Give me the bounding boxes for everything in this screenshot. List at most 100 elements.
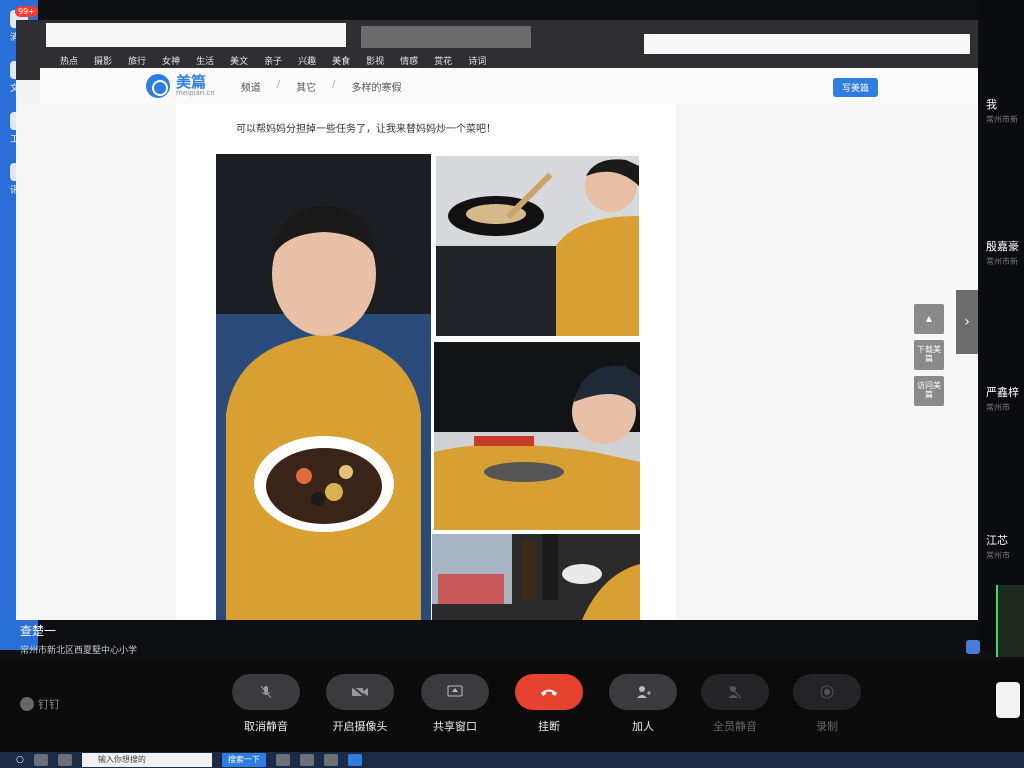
photo-boy-at-stove[interactable] <box>436 156 639 336</box>
dingding-logo-icon <box>20 697 34 711</box>
dingding-label: 钉钉 <box>38 698 60 711</box>
start-camera-button[interactable]: 开启摄像头 <box>325 674 395 734</box>
mute-all-icon <box>728 685 742 699</box>
category-item[interactable]: 兴趣 <box>298 54 316 67</box>
app-icon[interactable] <box>323 754 338 766</box>
floating-actions: ▲ 下载美篇 访问美篇 <box>914 304 944 406</box>
ctrl-pill <box>232 674 300 710</box>
participant-name: 严鑫梓 <box>986 386 1019 399</box>
hang-up-icon <box>541 689 557 696</box>
category-item[interactable]: 影视 <box>366 54 384 67</box>
breadcrumb-channel[interactable]: 频道 <box>241 79 261 94</box>
participant-list: 我 常州市新 殷嘉豪 常州市新 严鑫梓 常州市 江芯 常州市 <box>978 0 1024 657</box>
ctrl-label: 全员静音 <box>713 720 757 733</box>
participant-video-thumb[interactable] <box>996 585 1024 657</box>
visit-site-button[interactable]: 访问美篇 <box>914 376 944 406</box>
ctrl-pill <box>609 674 677 710</box>
ctrl-pill <box>701 674 769 710</box>
participant-item[interactable]: 殷嘉豪 常州市新 <box>986 238 1024 267</box>
breadcrumb-current: 多样的寒假 <box>351 82 402 94</box>
mute-all-button[interactable]: 全员静音 <box>700 674 770 734</box>
participant-org: 常州市新 <box>986 257 1018 266</box>
unmute-button[interactable]: 取消静音 <box>231 674 301 734</box>
add-person-button[interactable]: 加人 <box>608 674 678 734</box>
taskbar-search-button[interactable]: 搜索一下 <box>221 753 266 767</box>
dingding-brand: 钉钉 <box>20 696 60 712</box>
address-area <box>644 34 970 54</box>
chat-app-icon[interactable] <box>57 754 72 766</box>
participant-item[interactable]: 我 常州市新 <box>986 96 1024 125</box>
search-icon[interactable]: ○ <box>16 755 24 765</box>
participant-org: 常州市 <box>986 403 1010 412</box>
category-item[interactable]: 女神 <box>162 54 180 67</box>
ctrl-pill <box>421 674 489 710</box>
unread-badge: 99+ <box>15 6 38 17</box>
ctrl-label: 开启摄像头 <box>332 720 388 733</box>
side-panel-toggle[interactable] <box>996 682 1020 718</box>
ctrl-label: 取消静音 <box>244 720 288 733</box>
article-area: 可以帮妈妈分担掉一些任务了，让我来替妈妈炒一个菜吧！ ▲ 下载美篇 访问美篇 <box>16 104 988 620</box>
share-screen-icon <box>447 685 463 697</box>
presenter-school: 常州市新北区西夏墅中心小学 <box>20 646 138 656</box>
category-item[interactable]: 生活 <box>196 54 214 67</box>
presenter-info: 查楚一 常州市新北区西夏墅中心小学 <box>20 622 137 656</box>
write-article-button[interactable]: 写美篇 <box>832 78 878 97</box>
hang-up-button[interactable]: 挂断 <box>514 674 584 734</box>
meipian-logo[interactable]: 美篇 meipian.cn <box>146 74 215 98</box>
camera-off-icon <box>351 685 368 699</box>
ctrl-label: 录制 <box>816 720 838 733</box>
logo-domain: meipian.cn <box>176 89 215 97</box>
arrow-up-icon: ▲ <box>925 313 933 323</box>
thumbnail-strip <box>361 26 531 48</box>
meipian-logo-icon <box>146 74 170 98</box>
participant-org: 常州市 <box>986 551 1010 560</box>
share-window-button[interactable]: 共享窗口 <box>420 674 490 734</box>
presenter-name: 查楚一 <box>20 624 57 638</box>
category-item[interactable]: 热点 <box>60 54 78 67</box>
breadcrumb-separator: / <box>276 78 281 90</box>
ctrl-pill <box>515 674 583 710</box>
category-item[interactable]: 亲子 <box>264 54 282 67</box>
breadcrumb-separator: / <box>332 78 336 90</box>
participant-item[interactable]: 严鑫梓 常州市 <box>986 384 1024 413</box>
photo-kitchen-counter[interactable] <box>432 534 640 620</box>
dingtalk-icon[interactable] <box>347 754 362 766</box>
category-item[interactable]: 诗词 <box>468 54 486 67</box>
category-item[interactable]: 摄影 <box>94 54 112 67</box>
task-view-icon[interactable] <box>33 754 48 766</box>
record-icon <box>820 685 834 699</box>
participant-name: 我 <box>986 98 997 111</box>
ctrl-pill <box>793 674 861 710</box>
scroll-top-button[interactable]: ▲ <box>914 304 944 334</box>
participant-name: 殷嘉豪 <box>986 240 1019 253</box>
record-button[interactable]: 录制 <box>792 674 862 734</box>
download-app-button[interactable]: 下载美篇 <box>914 340 944 370</box>
site-header: 美篇 meipian.cn 频道 / 其它 / 多样的寒假 写美篇 <box>40 68 988 104</box>
screen-share-indicator-icon[interactable] <box>966 640 980 654</box>
ctrl-label: 挂断 <box>538 720 560 733</box>
taskbar-search-input[interactable]: 输入你想搜的 <box>81 753 212 767</box>
photo-boy-pouring-sauce[interactable] <box>434 342 640 530</box>
ctrl-label: 加人 <box>632 720 654 733</box>
browser-icon[interactable] <box>299 754 314 766</box>
category-item[interactable]: 情感 <box>400 54 418 67</box>
breadcrumb: 频道 / 其它 / 多样的寒假 <box>241 79 402 94</box>
shared-screen: 热点 摄影 旅行 女神 生活 美文 亲子 兴趣 美食 影视 情感 赏花 诗词 美… <box>16 20 988 620</box>
expand-panel-tab[interactable]: › <box>956 290 978 354</box>
article-paragraph: 可以帮妈妈分担掉一些任务了，让我来替妈妈炒一个菜吧！ <box>236 124 496 135</box>
participant-name: 江芯 <box>986 534 1008 547</box>
folder-icon[interactable] <box>275 754 290 766</box>
category-item[interactable]: 美文 <box>230 54 248 67</box>
mic-off-icon <box>260 685 272 699</box>
breadcrumb-other[interactable]: 其它 <box>296 79 316 94</box>
category-item[interactable]: 旅行 <box>128 54 146 67</box>
chevron-right-icon: › <box>964 314 970 330</box>
photo-boy-holding-dish[interactable] <box>216 154 431 620</box>
category-item[interactable]: 美食 <box>332 54 350 67</box>
ctrl-label: 共享窗口 <box>433 720 477 733</box>
participant-org: 常州市新 <box>986 115 1018 124</box>
category-nav: 热点 摄影 旅行 女神 生活 美文 亲子 兴趣 美食 影视 情感 赏花 诗词 <box>60 54 486 67</box>
category-item[interactable]: 赏花 <box>434 54 452 67</box>
participant-item[interactable]: 江芯 常州市 <box>986 532 1024 561</box>
add-person-icon <box>637 686 651 698</box>
